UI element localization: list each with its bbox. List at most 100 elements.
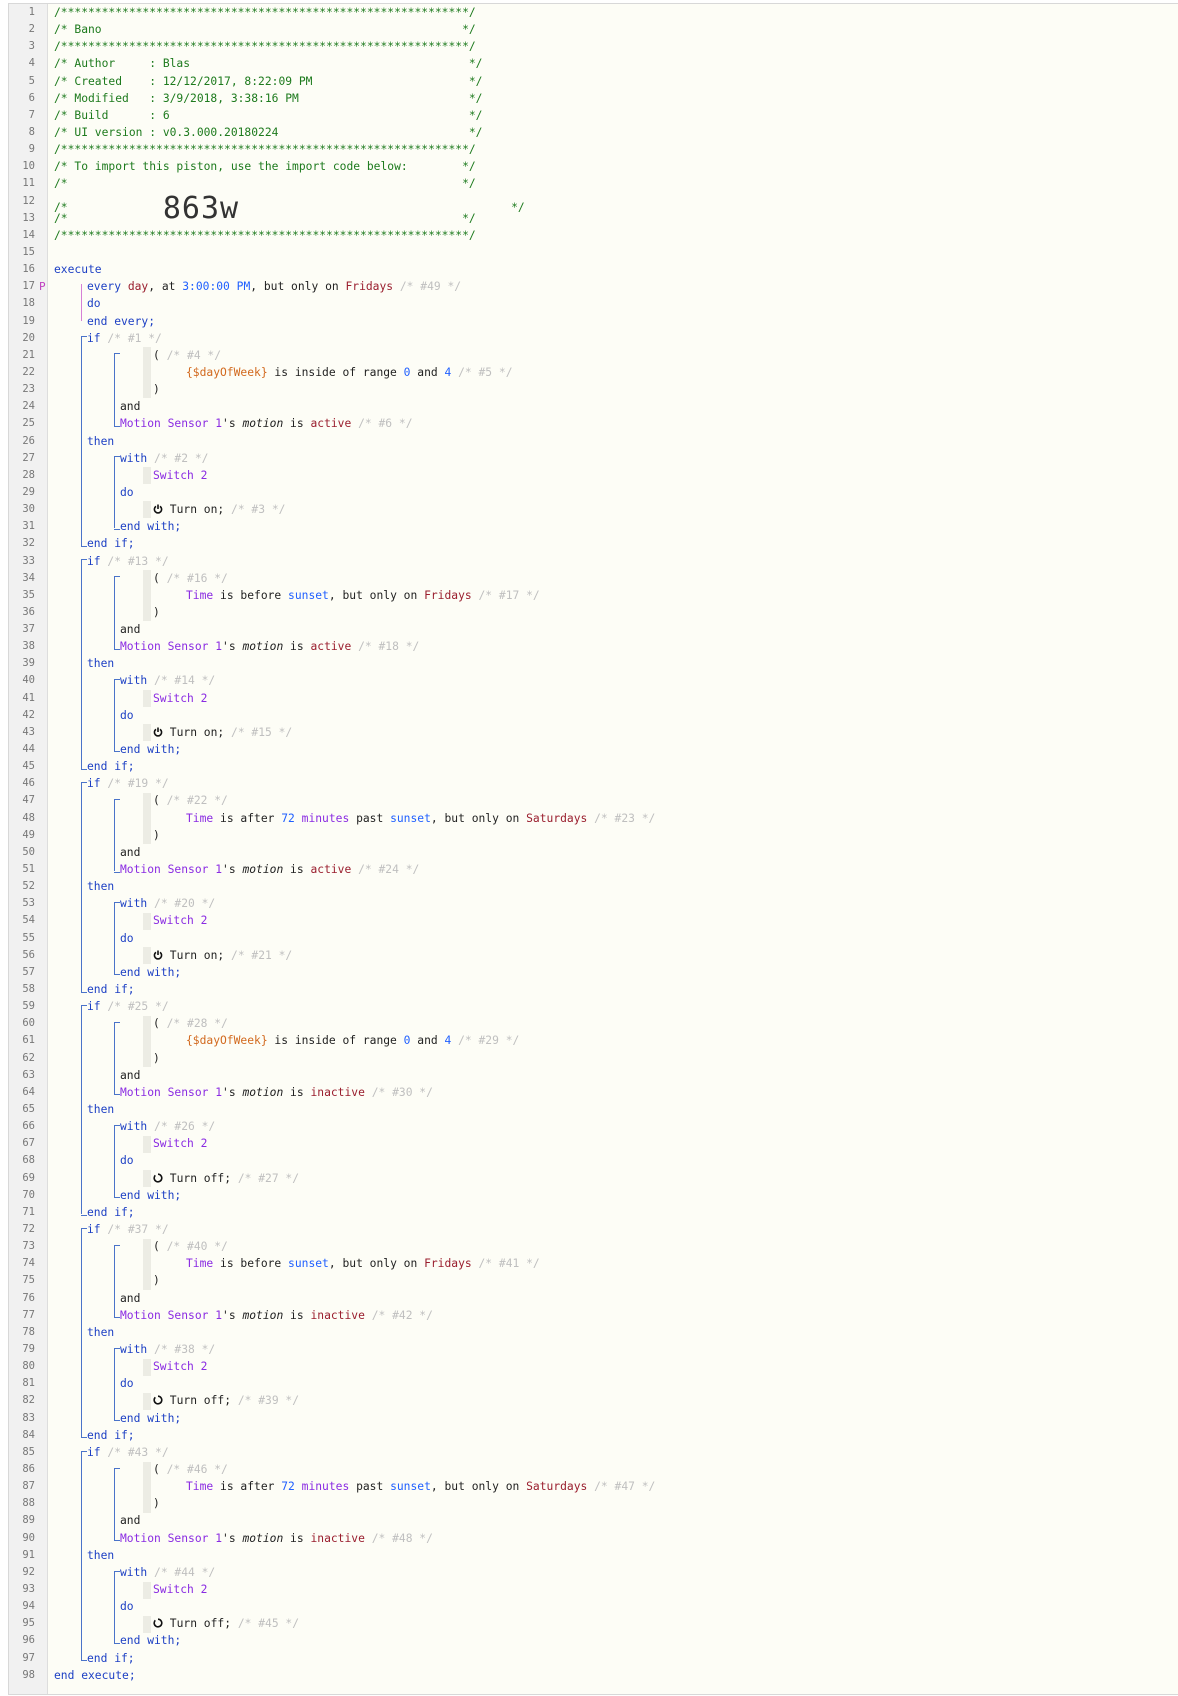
code-text: and xyxy=(120,1068,141,1082)
keyword[interactable]: then xyxy=(87,880,114,893)
device-name[interactable]: Switch 2 xyxy=(153,914,207,927)
keyword[interactable]: then xyxy=(87,657,114,670)
keyword[interactable]: do xyxy=(120,486,134,499)
device-name[interactable]: Motion Sensor 1 xyxy=(120,863,222,876)
code-line: 9 /**************************************… xyxy=(9,141,1178,158)
code-content: Time is after 72 minutes past sunset, bu… xyxy=(54,1478,1178,1495)
device-name[interactable]: Switch 2 xyxy=(153,692,207,705)
code-content: end every; xyxy=(54,313,1178,330)
keyword[interactable]: do xyxy=(120,1377,134,1390)
block-guide xyxy=(114,575,115,649)
code-line: 24 and xyxy=(9,398,1178,415)
device-name[interactable]: Switch 2 xyxy=(153,1360,207,1373)
keyword[interactable]: do xyxy=(120,1600,134,1613)
state-value: inactive xyxy=(310,1085,365,1099)
keyword[interactable]: with xyxy=(120,1343,147,1356)
keyword[interactable]: then xyxy=(87,435,114,448)
code-line: 77 Motion Sensor 1's motion is inactive /… xyxy=(9,1307,1178,1324)
device-name[interactable]: Motion Sensor 1 xyxy=(120,417,222,430)
trigger-marker-icon[interactable]: P xyxy=(39,278,46,295)
keyword[interactable]: do xyxy=(120,1154,134,1167)
device-name[interactable]: Time xyxy=(186,1480,213,1493)
code-text: ) xyxy=(153,828,160,842)
keyword[interactable]: end with; xyxy=(120,743,181,756)
keyword[interactable]: if xyxy=(87,1223,101,1236)
code-line: 85 if /* #43 */ xyxy=(9,1444,1178,1461)
device-name[interactable]: minutes xyxy=(302,812,350,825)
keyword[interactable]: end if; xyxy=(87,537,135,550)
keyword[interactable]: end with; xyxy=(120,520,181,533)
keyword[interactable]: with xyxy=(120,452,147,465)
keyword[interactable]: with xyxy=(120,674,147,687)
code-text: 's xyxy=(222,640,243,654)
code-line: 76 and xyxy=(9,1290,1178,1307)
code-content: end if; xyxy=(54,981,1178,998)
code-content: ( /* #46 */ xyxy=(54,1461,1178,1478)
code-content: if /* #13 */ xyxy=(54,553,1178,570)
keyword[interactable]: do xyxy=(120,709,134,722)
code-text: is xyxy=(283,640,311,654)
keyword[interactable]: every xyxy=(87,280,128,293)
keyword[interactable]: with xyxy=(120,1120,147,1133)
keyword[interactable]: if xyxy=(87,1000,101,1013)
keyword[interactable]: with xyxy=(120,1566,147,1579)
keyword[interactable]: do xyxy=(87,297,101,310)
keyword[interactable]: if xyxy=(87,555,101,568)
device-name[interactable]: Time xyxy=(186,812,213,825)
code-content: and xyxy=(54,1067,1178,1084)
keyword[interactable]: if xyxy=(87,332,101,345)
statement-id: /* #41 */ xyxy=(471,1257,540,1271)
keyword[interactable]: end if; xyxy=(87,983,135,996)
device-name[interactable]: Motion Sensor 1 xyxy=(120,1086,222,1099)
keyword[interactable]: end with; xyxy=(120,1634,181,1647)
keyword[interactable]: then xyxy=(87,1549,114,1562)
code-content: ( /* #16 */ xyxy=(54,570,1178,587)
keyword[interactable]: do xyxy=(120,932,134,945)
code-content: Motion Sensor 1's motion is inactive /* … xyxy=(54,1084,1178,1101)
line-number: 23 xyxy=(22,383,35,396)
keyword[interactable]: execute xyxy=(54,263,102,276)
keyword[interactable]: then xyxy=(87,1103,114,1116)
power-off-icon xyxy=(153,1172,163,1185)
keyword[interactable]: end with; xyxy=(120,1412,181,1425)
code-text: , but only on xyxy=(328,588,425,602)
device-name[interactable]: Switch 2 xyxy=(153,1583,207,1596)
keyword[interactable]: end execute; xyxy=(54,1669,136,1682)
keyword[interactable]: end if; xyxy=(87,1652,135,1665)
keyword[interactable]: if xyxy=(87,777,101,790)
device-name[interactable]: Motion Sensor 1 xyxy=(120,1532,222,1545)
block-guide xyxy=(81,781,82,992)
keyword[interactable]: then xyxy=(87,1326,114,1339)
device-name[interactable]: Switch 2 xyxy=(153,1137,207,1150)
code-content: end with; xyxy=(54,1410,1178,1427)
block-guide xyxy=(114,353,115,426)
code-content: end with; xyxy=(54,1187,1178,1204)
keyword[interactable]: end if; xyxy=(87,1429,135,1442)
keyword[interactable]: end with; xyxy=(120,1189,181,1202)
keyword[interactable]: end if; xyxy=(87,1206,135,1219)
device-name[interactable]: Motion Sensor 1 xyxy=(120,1309,222,1322)
keyword[interactable]: if xyxy=(87,1446,101,1459)
device-name[interactable]: Time xyxy=(186,1257,213,1270)
line-number: 15 xyxy=(22,245,35,258)
device-name[interactable]: minutes xyxy=(302,1480,350,1493)
attribute-name: motion xyxy=(242,863,284,877)
power-on-icon xyxy=(153,726,163,739)
device-name[interactable]: Switch 2 xyxy=(153,469,207,482)
device-name[interactable]: Time xyxy=(186,589,213,602)
keyword[interactable]: end every; xyxy=(87,315,155,328)
block-guide-cap xyxy=(81,1227,87,1229)
device-name[interactable]: Motion Sensor 1 xyxy=(120,640,222,653)
code-line: 45 end if; xyxy=(9,758,1178,775)
keyword[interactable]: end if; xyxy=(87,760,135,773)
statement-id: /* #45 */ xyxy=(231,1617,300,1631)
code-line: 26 then xyxy=(9,433,1178,450)
keyword[interactable]: end with; xyxy=(120,966,181,979)
line-number: 82 xyxy=(22,1394,35,1407)
state-value: active xyxy=(310,863,352,877)
code-content: Motion Sensor 1's motion is active /* #2… xyxy=(54,861,1178,878)
power-on-icon xyxy=(153,949,163,962)
keyword[interactable]: with xyxy=(120,897,147,910)
statement-id: /* #46 */ xyxy=(166,1462,228,1476)
